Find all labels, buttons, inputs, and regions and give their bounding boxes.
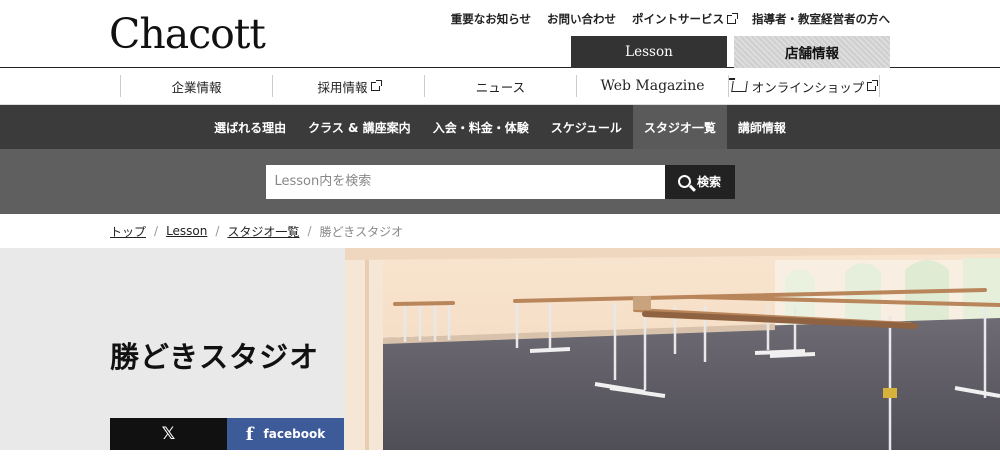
instructors-link[interactable]: 指導者・教室経営者の方へ	[752, 11, 890, 27]
external-link-icon	[370, 79, 382, 91]
studio-photo-illustration	[345, 248, 1000, 450]
breadcrumb-separator: /	[215, 224, 220, 238]
subnav-news[interactable]: ニュース	[424, 75, 576, 97]
important-notice-link[interactable]: 重要なお知らせ	[451, 11, 531, 27]
x-icon: 𝕏	[161, 424, 176, 444]
point-service-link[interactable]: ポイントサービス	[632, 11, 738, 27]
breadcrumb-lesson[interactable]: Lesson	[166, 224, 207, 238]
breadcrumb-top[interactable]: トップ	[110, 223, 146, 240]
menu-studio-list[interactable]: スタジオ一覧	[632, 105, 727, 149]
subnav-company[interactable]: 企業情報	[120, 75, 272, 97]
search-icon	[677, 175, 691, 188]
share-buttons: 𝕏 f facebook	[110, 418, 344, 450]
contact-link[interactable]: お問い合わせ	[547, 11, 616, 27]
studio-hero: 勝どきスタジオ 𝕏 f facebook	[0, 248, 1000, 450]
breadcrumb-separator: /	[307, 224, 312, 238]
utility-links: 重要なお知らせ お問い合わせ ポイントサービス 指導者・教室経営者の方へ	[451, 11, 890, 27]
cart-icon	[730, 80, 748, 92]
menu-instructors[interactable]: 講師情報	[727, 105, 797, 149]
share-facebook-button[interactable]: f facebook	[227, 418, 344, 450]
subnav-web-magazine[interactable]: Web Magazine	[576, 75, 728, 97]
share-x-button[interactable]: 𝕏	[110, 418, 227, 450]
subnav-recruit[interactable]: 採用情報	[272, 75, 424, 97]
external-link-icon	[867, 79, 879, 91]
site-tabs: Lesson 店舗情報	[571, 36, 890, 68]
breadcrumb-studio-list[interactable]: スタジオ一覧	[227, 223, 299, 240]
menu-classes[interactable]: クラス & 講座案内	[297, 105, 422, 149]
tab-store-info[interactable]: 店舗情報	[734, 36, 890, 68]
search-bar: 検索	[0, 149, 1000, 214]
subnav-online-shop[interactable]: オンラインショップ	[728, 75, 880, 97]
studio-photo	[345, 248, 1000, 450]
breadcrumb-separator: /	[154, 224, 159, 238]
lesson-menu: 選ばれる理由 クラス & 講座案内 入会・料金・体験 スケジュール スタジオ一覧…	[0, 105, 1000, 149]
menu-schedule[interactable]: スケジュール	[540, 105, 633, 149]
menu-enrollment[interactable]: 入会・料金・体験	[422, 105, 540, 149]
breadcrumb: トップ / Lesson / スタジオ一覧 / 勝どきスタジオ	[0, 214, 1000, 248]
tab-lesson[interactable]: Lesson	[571, 36, 727, 68]
page-title: 勝どきスタジオ	[110, 340, 320, 374]
facebook-icon: f	[245, 423, 254, 445]
external-link-icon	[727, 12, 738, 24]
search-button[interactable]: 検索	[664, 164, 735, 199]
secondary-nav: 企業情報 採用情報 ニュース Web Magazine オンラインショップ	[0, 68, 1000, 105]
menu-reasons[interactable]: 選ばれる理由	[203, 105, 297, 149]
site-header: Chacott 重要なお知らせ お問い合わせ ポイントサービス 指導者・教室経営…	[0, 0, 1000, 68]
search-input[interactable]	[265, 164, 665, 199]
chacott-logo[interactable]: Chacott	[109, 10, 266, 58]
breadcrumb-current: 勝どきスタジオ	[319, 224, 404, 239]
